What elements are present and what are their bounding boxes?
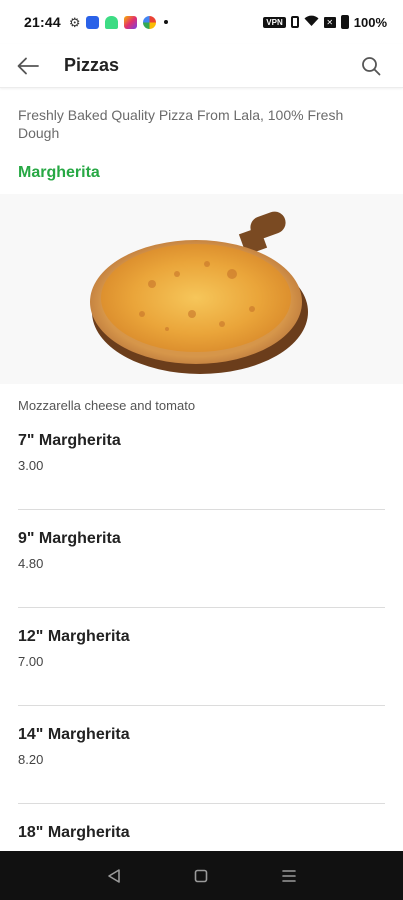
no-sim-icon: ✕ — [323, 16, 336, 28]
content: Freshly Baked Quality Pizza From Lala, 1… — [0, 88, 403, 900]
gear-icon: ⚙ — [68, 14, 81, 30]
category-title: Margherita — [18, 164, 100, 181]
search-icon — [362, 56, 381, 75]
pizza-margherita-image — [0, 194, 403, 384]
notification-dot-icon — [164, 20, 169, 24]
back-button[interactable] — [0, 44, 56, 88]
nav-home-button[interactable] — [186, 861, 216, 891]
back-triangle-icon — [108, 868, 120, 883]
status-system-icons: VPN ✕ 100% — [263, 15, 387, 30]
status-bar: 21:44 ⚙ VPN ✕ 100% — [0, 0, 403, 44]
search-button[interactable] — [347, 44, 395, 88]
app-bar: Pizzas — [0, 44, 403, 88]
list-item[interactable]: 7" Margherita 3.00 — [18, 420, 385, 510]
system-nav-bar — [0, 851, 403, 900]
arrow-left-icon — [17, 57, 39, 74]
list-item[interactable]: 9" Margherita 4.80 — [18, 510, 385, 608]
list-item[interactable]: 12" Margherita 7.00 — [18, 608, 385, 706]
android-icon — [105, 15, 119, 29]
list-item[interactable]: 14" Margherita 8.20 — [18, 706, 385, 804]
product-description: Mozzarella cheese and tomato — [18, 398, 196, 413]
item-name: 18" Margherita — [18, 824, 130, 841]
pizza-illustration — [89, 211, 308, 374]
item-name: 7" Margherita — [18, 432, 121, 449]
item-name: 9" Margherita — [18, 530, 121, 547]
menu-lines-icon — [282, 869, 296, 882]
status-notification-icons: ⚙ — [68, 14, 169, 30]
battery-percent: 100% — [353, 14, 387, 30]
blue-app-icon — [86, 15, 100, 29]
item-price: 7.00 — [18, 654, 44, 669]
item-price: 8.20 — [18, 752, 44, 767]
price-list: 7" Margherita 3.00 9" Margherita 4.80 12… — [0, 420, 403, 900]
wifi-icon — [304, 15, 319, 30]
nav-menu-button[interactable] — [274, 861, 304, 891]
item-name: 14" Margherita — [18, 726, 130, 743]
vpn-icon: VPN — [263, 16, 286, 28]
home-square-icon — [195, 869, 208, 882]
status-time: 21:44 — [24, 14, 61, 30]
item-price: 4.80 — [18, 556, 44, 571]
battery-icon — [340, 15, 349, 29]
item-price: 3.00 — [18, 458, 44, 473]
menu-description: Freshly Baked Quality Pizza From Lala, 1… — [18, 107, 344, 141]
instagram-icon — [124, 15, 138, 29]
photos-icon — [143, 15, 157, 29]
item-name: 12" Margherita — [18, 628, 130, 645]
vibrate-icon — [290, 16, 299, 28]
nav-back-button[interactable] — [99, 861, 129, 891]
page-title: Pizzas — [64, 55, 120, 75]
